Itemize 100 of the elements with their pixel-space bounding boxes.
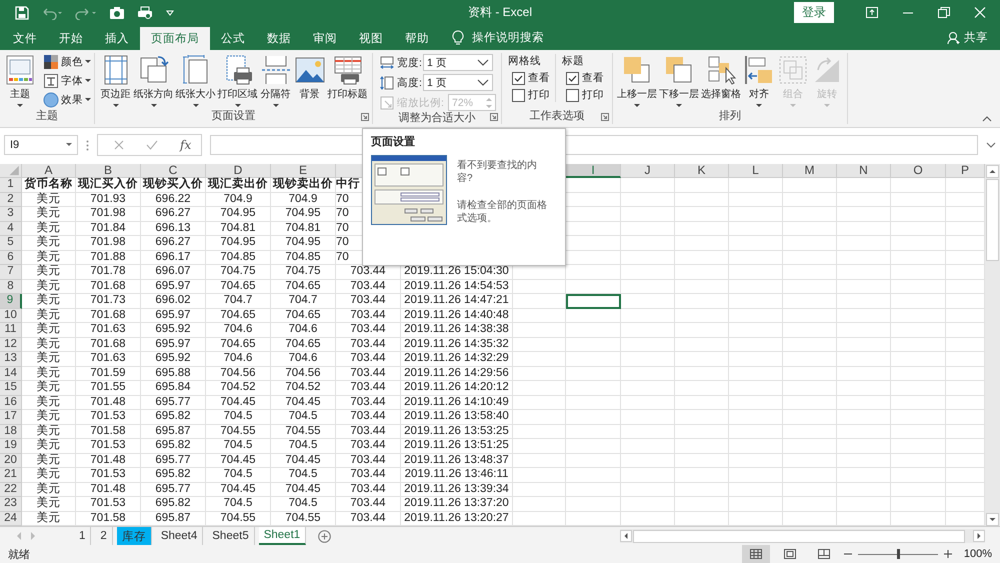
color-swatch-icon[interactable] [43,54,59,70]
page-break-icon[interactable] [260,54,292,86]
checkbox-box[interactable] [512,88,525,102]
share-button[interactable]: 共享 [964,25,1000,50]
checkbox[interactable]: 查看 [508,71,550,85]
ribbon-tab[interactable]: 审阅 [302,27,348,50]
enter-check-icon[interactable] [146,140,158,150]
dialog-launcher-icon[interactable] [361,113,369,121]
ribbon-tab[interactable]: 公式 [210,27,256,50]
row-number[interactable]: 9 [0,294,22,308]
collapse-ribbon-icon[interactable] [982,116,992,122]
row-number[interactable]: 17 [0,410,22,424]
scrollbar-thumb[interactable] [986,179,999,261]
row-number[interactable]: 16 [0,396,22,410]
view-button[interactable] [742,545,770,563]
scroll-right-icon[interactable] [973,530,985,542]
column-header[interactable]: C [141,164,206,178]
value-field[interactable]: 1 页 [423,74,493,91]
sheet-tab[interactable]: Sheet1 [258,527,306,545]
value-field[interactable]: 1 页 [423,54,493,71]
tell-me-search[interactable]: 操作说明搜索 [472,30,544,45]
column-header[interactable]: I [566,164,621,178]
row-number[interactable]: 24 [0,512,22,526]
font-icon[interactable] [43,73,59,89]
ribbon-tab[interactable]: 数据 [256,27,302,50]
column-header[interactable]: K [675,164,729,178]
column-header[interactable]: E [271,164,336,178]
column-header[interactable]: O [891,164,946,178]
row-number[interactable]: 22 [0,482,22,497]
row-number[interactable]: 5 [0,236,22,250]
ribbon-tab[interactable]: 插入 [94,27,140,50]
print-preview-icon[interactable] [137,6,153,20]
column-header[interactable]: A [22,164,76,178]
dialog-launcher-icon[interactable] [490,113,498,121]
zoom-level-text[interactable]: 100% [964,548,992,560]
row-number[interactable]: 8 [0,280,22,294]
row-number[interactable]: 7 [0,265,22,280]
scroll-down-icon[interactable] [986,513,999,526]
row-number[interactable]: 21 [0,468,22,482]
restore-icon[interactable] [938,7,950,18]
zoom-slider-thumb[interactable] [896,549,900,559]
print-titles-icon[interactable] [332,54,364,86]
column-header[interactable]: P [946,164,985,178]
checkbox[interactable]: 查看 [562,71,604,85]
ribbon-button[interactable]: 对齐 [742,54,776,108]
name-box[interactable]: I9 [4,135,78,155]
ribbon-button[interactable]: 下移一层 [658,54,700,108]
ribbon-tab[interactable]: 帮助 [394,27,440,50]
ribbon-display-icon[interactable] [866,7,878,18]
undo-icon[interactable] [41,6,63,20]
selected-cell[interactable] [566,294,621,308]
row-number[interactable]: 1 [0,178,22,192]
ribbon-tab[interactable]: 页面布局 [140,27,210,50]
row-number[interactable]: 6 [0,250,22,265]
ribbon-button[interactable]: 上移一层 [616,54,658,108]
column-header[interactable]: N [837,164,891,178]
ribbon-tab[interactable]: 开始 [48,27,94,50]
align-icon[interactable] [743,54,775,86]
scrollbar-thumb[interactable] [633,530,965,542]
ribbon-button[interactable]: 主题 [3,54,37,108]
column-header[interactable]: B [76,164,141,178]
ribbon-button[interactable]: 页边距 [98,54,132,108]
checkbox-box[interactable] [512,72,525,84]
row-number[interactable]: 13 [0,352,22,366]
row-number[interactable]: 15 [0,381,22,396]
row-number[interactable]: 10 [0,308,22,323]
column-header[interactable]: L [729,164,783,178]
dialog-launcher-icon[interactable] [601,113,609,121]
checkbox[interactable]: 打印 [562,88,604,102]
ribbon-button[interactable]: 纸张方向 [132,54,174,108]
ribbon-button[interactable]: 效果 [43,92,91,108]
row-number[interactable]: 19 [0,439,22,454]
row-number[interactable]: 2 [0,192,22,207]
checkbox-box[interactable] [566,72,579,84]
theme-icon[interactable] [4,54,36,86]
save-icon[interactable] [15,6,29,20]
row-number[interactable]: 12 [0,338,22,352]
column-header[interactable]: J [621,164,675,178]
redo-icon[interactable] [75,6,97,20]
ribbon-button[interactable]: 颜色 [43,54,91,70]
row-number[interactable]: 18 [0,424,22,439]
row-number[interactable]: 4 [0,222,22,236]
checkbox-box[interactable] [566,88,579,102]
scroll-left-icon[interactable] [620,530,632,542]
ribbon-button[interactable]: 选择窗格 [700,54,742,101]
close-icon[interactable] [974,7,986,18]
ribbon-tab[interactable]: 文件 [2,27,48,50]
row-number[interactable]: 11 [0,323,22,338]
insert-function-button[interactable]: fx [180,138,192,152]
login-button[interactable]: 登录 [794,2,834,23]
row-number[interactable]: 23 [0,497,22,512]
ribbon-tab[interactable]: 视图 [348,27,394,50]
checkbox[interactable]: 打印 [508,88,550,102]
height-icon[interactable] [380,76,394,90]
width-icon[interactable] [380,56,394,70]
add-sheet-icon[interactable] [318,530,332,542]
ribbon-button[interactable]: 背景 [292,54,326,101]
ribbon-button[interactable]: 纸张大小 [174,54,216,108]
zoom-in-icon[interactable] [944,550,952,558]
ribbon-button[interactable]: 打印标题 [326,54,368,101]
